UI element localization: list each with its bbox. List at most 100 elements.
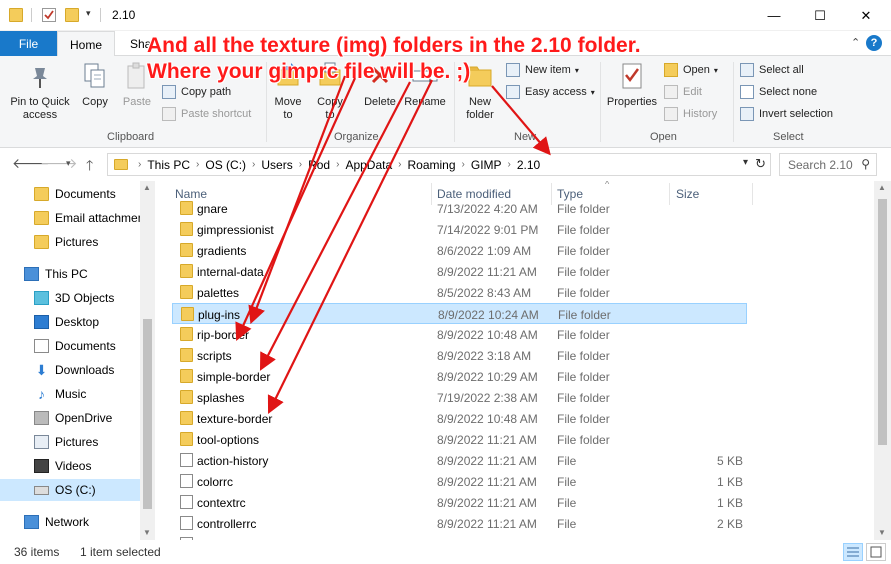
large-icons-view-button[interactable] bbox=[866, 543, 886, 561]
nav-item-desktop[interactable]: Desktop bbox=[0, 311, 140, 333]
nav-item-os-c[interactable]: OS (C:) bbox=[0, 479, 140, 501]
pin-to-quick-access-button[interactable]: Pin to Quick access bbox=[6, 60, 74, 122]
nav-item-pictures-quick[interactable]: Pictures bbox=[0, 231, 140, 253]
properties-button[interactable]: Properties bbox=[604, 60, 660, 109]
file-size: 1 KB bbox=[716, 496, 743, 510]
nav-item-email-attachments[interactable]: Email attachments bbox=[0, 207, 140, 229]
history-button[interactable]: History bbox=[664, 104, 717, 124]
table-row[interactable]: simple-border 8/9/2022 10:29 AM File folde… bbox=[172, 366, 747, 387]
nav-item-videos[interactable]: Videos bbox=[0, 455, 140, 477]
edit-button[interactable]: Edit bbox=[664, 82, 702, 102]
table-row[interactable]: gradients 8/6/2022 1:09 AM File folder bbox=[172, 240, 747, 261]
easy-access-button[interactable]: Easy access ▾ bbox=[506, 82, 595, 102]
annotation-line-1: And all the texture (img) folders in the… bbox=[147, 34, 641, 57]
collapse-ribbon-icon[interactable]: ⌃ bbox=[851, 36, 860, 49]
breadcrumb-rod[interactable]: Rod bbox=[308, 158, 330, 172]
breadcrumb-this-pc[interactable]: This PC bbox=[147, 158, 190, 172]
table-row[interactable]: colorrc 8/9/2022 11:21 AM File 1 KB bbox=[172, 471, 747, 492]
copy-path-label: Copy path bbox=[181, 86, 232, 98]
file-date: 8/9/2022 10:48 AM bbox=[437, 328, 538, 342]
breadcrumb-roaming[interactable]: Roaming bbox=[407, 158, 455, 172]
refresh-icon[interactable]: ↻ bbox=[755, 156, 766, 172]
close-button[interactable]: ✕ bbox=[843, 0, 889, 31]
file-list-scrollbar[interactable]: ▲ ▼ bbox=[874, 181, 891, 540]
help-icon[interactable]: ? bbox=[866, 35, 882, 51]
address-bar[interactable]: › This PC › OS (C:) › Users › Rod › AppD… bbox=[107, 153, 771, 176]
new-folder-quick-icon[interactable] bbox=[65, 8, 79, 22]
new-item-button[interactable]: New item ▾ bbox=[506, 60, 579, 80]
nav-item-pictures[interactable]: Pictures bbox=[0, 431, 140, 453]
new-item-icon bbox=[506, 63, 520, 77]
select-none-icon bbox=[740, 85, 754, 99]
scroll-down-icon[interactable]: ▼ bbox=[878, 528, 886, 537]
properties-quick-icon[interactable] bbox=[42, 8, 56, 22]
select-none-button[interactable]: Select none bbox=[740, 82, 817, 102]
breadcrumb-os-c[interactable]: OS (C:) bbox=[205, 158, 246, 172]
table-row[interactable]: palettes 8/5/2022 8:43 AM File folder bbox=[172, 282, 747, 303]
chevron-right-icon: › bbox=[252, 159, 256, 170]
scroll-thumb[interactable] bbox=[143, 319, 152, 509]
nav-item-3d-objects[interactable]: 3D Objects bbox=[0, 287, 140, 309]
videos-icon bbox=[34, 459, 49, 473]
paste-shortcut-button[interactable]: Paste shortcut bbox=[162, 104, 251, 124]
tab-file[interactable]: File bbox=[0, 31, 57, 56]
3d-objects-icon bbox=[34, 291, 49, 305]
pin-label: Pin to Quick access bbox=[10, 96, 70, 121]
table-row[interactable]: rip-border 8/9/2022 10:48 AM File folder bbox=[172, 324, 747, 345]
copy-path-button[interactable]: Copy path bbox=[162, 82, 231, 102]
table-row[interactable]: gnare 7/13/2022 4:20 AM File folder bbox=[172, 198, 747, 219]
properties-icon bbox=[617, 60, 647, 92]
pictures-icon bbox=[34, 435, 49, 449]
file-name: plug-ins bbox=[198, 308, 241, 322]
nav-item-opendrive[interactable]: OpenDrive bbox=[0, 407, 140, 429]
breadcrumb-gimp[interactable]: GIMP bbox=[471, 158, 502, 172]
minimize-button[interactable]: — bbox=[751, 0, 797, 31]
nav-item-downloads[interactable]: ⬇ Downloads bbox=[0, 359, 140, 381]
table-row[interactable]: gimpressionist 7/14/2022 9:01 PM File fold… bbox=[172, 219, 747, 240]
folder-icon bbox=[34, 235, 49, 249]
nav-item-this-pc[interactable]: This PC bbox=[0, 263, 140, 285]
table-row[interactable]: tool-options 8/9/2022 11:21 AM File folder bbox=[172, 429, 747, 450]
table-row[interactable]: splashes 7/19/2022 2:38 AM File folder bbox=[172, 387, 747, 408]
up-button[interactable]: 🡑 bbox=[86, 155, 93, 179]
history-label: History bbox=[683, 108, 718, 120]
scroll-down-icon[interactable]: ▼ bbox=[143, 528, 151, 537]
chevron-right-icon: › bbox=[138, 159, 142, 170]
nav-item-documents[interactable]: Documents bbox=[0, 335, 140, 357]
file-name: gradients bbox=[197, 244, 247, 258]
chevron-down-icon[interactable]: ▾ bbox=[743, 157, 748, 168]
recent-locations-icon[interactable]: ▾ bbox=[66, 158, 71, 169]
search-input[interactable]: Search 2.10 ⚲ bbox=[779, 153, 877, 176]
table-row[interactable]: action-history 8/9/2022 11:21 AM File 5 KB bbox=[172, 450, 747, 471]
breadcrumb-users[interactable]: Users bbox=[261, 158, 292, 172]
table-row[interactable]: internal-data 8/9/2022 11:21 AM File folde… bbox=[172, 261, 747, 282]
invert-selection-button[interactable]: Invert selection bbox=[740, 104, 833, 124]
table-row[interactable]: texture-border 8/9/2022 10:48 AM File fold… bbox=[172, 408, 747, 429]
scroll-up-icon[interactable]: ▲ bbox=[143, 183, 151, 192]
file-date: 8/5/2022 8:43 AM bbox=[437, 286, 532, 300]
details-view-button[interactable] bbox=[843, 543, 863, 561]
nav-item-documents-quick[interactable]: Documents bbox=[0, 183, 140, 205]
customize-quick-access-icon[interactable]: ▾ bbox=[86, 8, 100, 22]
nav-scrollbar[interactable]: ▲ ▼ bbox=[140, 181, 155, 540]
breadcrumb-2-10[interactable]: 2.10 bbox=[517, 158, 540, 172]
tab-home[interactable]: Home bbox=[57, 31, 116, 57]
nav-item-music[interactable]: ♪ Music bbox=[0, 383, 140, 405]
copy-button[interactable]: Copy bbox=[78, 60, 112, 109]
folder-icon bbox=[34, 211, 49, 225]
table-row[interactable]: contextrc 8/9/2022 11:21 AM File 1 KB bbox=[172, 492, 747, 513]
table-row[interactable]: plug-ins 8/9/2022 10:24 AM File folder bbox=[172, 303, 747, 324]
select-all-button[interactable]: Select all bbox=[740, 60, 804, 80]
forward-button[interactable]: 🡒 bbox=[40, 155, 78, 172]
folder-icon[interactable] bbox=[9, 8, 23, 22]
chevron-right-icon: › bbox=[298, 159, 303, 170]
open-button[interactable]: Open ▾ bbox=[664, 60, 718, 80]
scroll-thumb[interactable] bbox=[878, 199, 887, 445]
maximize-button[interactable]: ☐ bbox=[797, 0, 843, 31]
nav-item-network[interactable]: Network bbox=[0, 511, 140, 533]
scroll-up-icon[interactable]: ▲ bbox=[878, 183, 886, 192]
table-row[interactable]: controllerrc 8/9/2022 11:21 AM File 2 KB bbox=[172, 513, 747, 534]
table-row[interactable]: scripts 8/9/2022 3:18 AM File folder bbox=[172, 345, 747, 366]
breadcrumb-appdata[interactable]: AppData bbox=[345, 158, 392, 172]
folder-icon bbox=[180, 201, 193, 215]
